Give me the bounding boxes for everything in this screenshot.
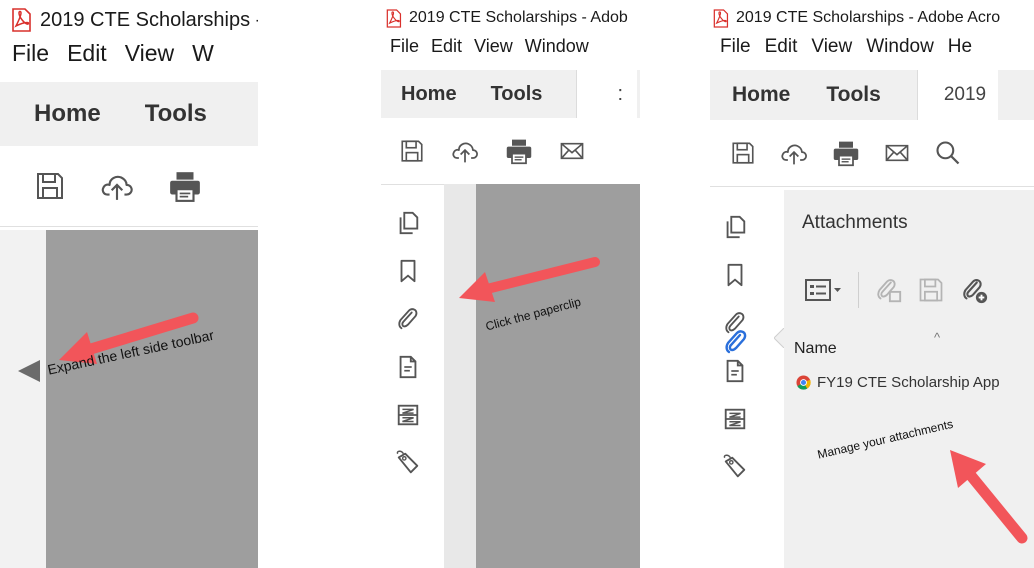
quick-toolbar [0,146,258,227]
page-thumbnails-icon[interactable] [395,210,421,236]
window-title: 2019 CTE Scholarships - [40,8,258,31]
attachments-title: Attachments [802,212,908,233]
paperclip-active-highlight-icon [725,330,747,354]
menu-file[interactable]: File [720,36,751,70]
menu-edit[interactable]: Edit [67,40,107,82]
sort-indicator: ^ [934,330,941,345]
mail-icon[interactable] [884,140,910,166]
title-bar: 2019 CTE Scholarships - Adobe Acro [710,0,1034,36]
menu-window[interactable]: Window [866,36,934,70]
search-icon[interactable] [934,139,962,167]
menu-edit[interactable]: Edit [765,36,798,70]
attachments-toolbar [804,272,1003,308]
red-arrow-icon [459,257,600,302]
tab-document-label: : [617,82,623,105]
quick-toolbar [710,120,1034,187]
tab-document[interactable]: 2019 [916,70,998,120]
bookmark-icon[interactable] [395,258,421,284]
mail-icon[interactable] [559,138,585,164]
print-icon[interactable] [505,137,533,165]
pdf-icon [10,8,32,32]
add-attachment-icon[interactable] [959,275,989,305]
document-icon[interactable] [722,358,748,384]
paperclip-icon[interactable] [395,306,421,332]
title-bar: 2019 CTE Scholarships - [0,0,258,40]
menu-window[interactable]: W [192,40,214,82]
save-attachment-icon[interactable] [917,276,945,304]
cloud-upload-icon[interactable] [780,139,808,167]
menu-bar: File Edit View W [0,40,258,82]
page-thumbnails-icon[interactable] [722,214,748,240]
compare-icon[interactable] [395,402,421,428]
menu-bar: File Edit View Window He [710,36,1034,70]
panel-expand-toolbar: 2019 CTE Scholarships - File Edit View W… [0,0,258,568]
chrome-icon [796,375,811,390]
bookmark-icon[interactable] [722,262,748,288]
panel-click-paperclip: 2019 CTE Scholarships - Adob File Edit V… [381,0,640,568]
menu-window[interactable]: Window [525,36,589,70]
tab-home[interactable]: Home [732,83,790,107]
save-icon[interactable] [34,170,66,202]
menu-help[interactable]: He [948,36,972,70]
menu-bar: File Edit View Window [381,36,640,70]
title-bar: 2019 CTE Scholarships - Adob [381,0,640,36]
tab-tools[interactable]: Tools [145,100,207,128]
quick-toolbar [381,118,640,185]
options-dropdown-icon[interactable] [804,276,844,304]
toolbar-separator [858,272,859,308]
document-icon[interactable] [395,354,421,380]
save-icon[interactable] [730,140,756,166]
tab-document[interactable]: : [576,70,638,118]
tab-tools[interactable]: Tools [826,83,880,107]
tab-bar: Home Tools [0,82,258,146]
attachment-file-name: FY19 CTE Scholarship App [817,374,1000,391]
red-arrow-icon [950,450,1028,544]
tab-bar: Home Tools : [381,70,640,118]
print-icon[interactable] [168,169,202,203]
navigation-strip [444,184,476,568]
pdf-icon [712,9,729,28]
tag-icon[interactable] [395,450,421,476]
tab-home[interactable]: Home [34,100,101,128]
cloud-upload-icon[interactable] [100,169,134,203]
menu-edit[interactable]: Edit [431,36,462,70]
menu-file[interactable]: File [390,36,419,70]
pane-pointer-icon [774,328,784,348]
window-title: 2019 CTE Scholarships - Adobe Acro [736,9,1001,26]
cloud-upload-icon[interactable] [451,137,479,165]
panel-manage-attachments: 2019 CTE Scholarships - Adobe Acro File … [710,0,1034,568]
column-header-name[interactable]: Name [794,340,837,358]
expand-left-toolbar-button[interactable] [16,358,42,384]
save-icon[interactable] [399,138,425,164]
left-side-strip [0,230,46,568]
window-title: 2019 CTE Scholarships - Adob [409,9,628,26]
menu-view[interactable]: View [125,40,174,82]
attachment-row[interactable]: FY19 CTE Scholarship App [796,374,1000,391]
menu-view[interactable]: View [811,36,852,70]
left-side-toolbar [722,214,748,502]
tag-icon[interactable] [722,454,748,480]
print-icon[interactable] [832,139,860,167]
tab-tools[interactable]: Tools [491,83,543,106]
left-side-toolbar [395,210,421,498]
document-canvas [46,230,258,568]
menu-file[interactable]: File [12,40,49,82]
tab-bar: Home Tools 2019 [710,70,1034,120]
document-canvas [476,184,640,568]
pdf-icon [385,9,402,28]
tab-home[interactable]: Home [401,83,457,106]
open-attachment-icon[interactable] [873,275,903,305]
compare-icon[interactable] [722,406,748,432]
menu-view[interactable]: View [474,36,513,70]
